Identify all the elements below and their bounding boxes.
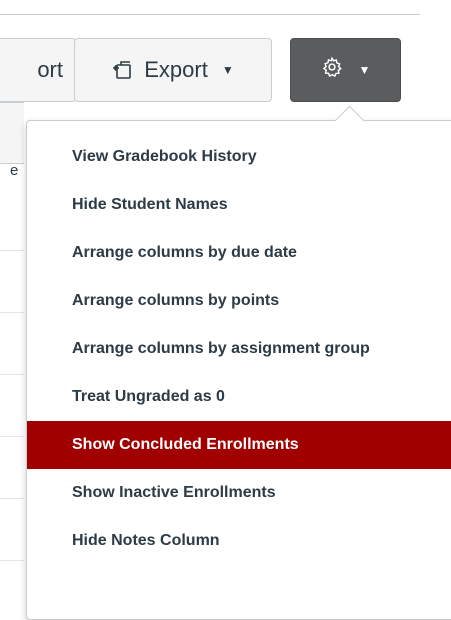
settings-dropdown-menu: View Gradebook History Hide Student Name… xyxy=(26,120,451,620)
grid-row-line xyxy=(0,498,24,499)
caret-down-icon: ▼ xyxy=(358,63,371,77)
menu-item-view-gradebook-history[interactable]: View Gradebook History xyxy=(27,133,451,181)
export-button[interactable]: Export ▼ xyxy=(74,38,272,102)
grid-row-line xyxy=(0,560,24,561)
menu-item-hide-notes-column[interactable]: Hide Notes Column xyxy=(27,517,451,565)
menu-item-arrange-by-assignment-group[interactable]: Arrange columns by assignment group xyxy=(27,325,451,373)
menu-list: View Gradebook History Hide Student Name… xyxy=(27,121,451,565)
menu-item-show-inactive-enrollments[interactable]: Show Inactive Enrollments xyxy=(27,469,451,517)
menu-item-hide-student-names[interactable]: Hide Student Names xyxy=(27,181,451,229)
caret-down-icon: ▼ xyxy=(221,63,234,77)
import-button[interactable]: ort xyxy=(0,38,76,102)
gradebook-grid-fragment: e xyxy=(0,102,24,610)
export-icon xyxy=(112,59,134,81)
grid-row-line xyxy=(0,374,24,375)
import-button-label: ort xyxy=(37,57,63,82)
menu-item-treat-ungraded-as-zero[interactable]: Treat Ungraded as 0 xyxy=(27,373,451,421)
grid-row-line xyxy=(0,312,24,313)
grid-row-line xyxy=(0,250,24,251)
top-divider xyxy=(0,14,420,15)
gradebook-settings-button[interactable]: ▼ xyxy=(290,38,401,102)
grid-row-line xyxy=(0,436,24,437)
menu-item-arrange-by-points[interactable]: Arrange columns by points xyxy=(27,277,451,325)
gear-icon xyxy=(321,56,343,84)
menu-item-arrange-by-due-date[interactable]: Arrange columns by due date xyxy=(27,229,451,277)
menu-item-show-concluded-enrollments[interactable]: Show Concluded Enrollments xyxy=(27,421,451,469)
grid-header-cell xyxy=(0,102,24,164)
grid-header-fragment: e xyxy=(10,162,19,179)
export-button-label: Export xyxy=(144,57,208,82)
